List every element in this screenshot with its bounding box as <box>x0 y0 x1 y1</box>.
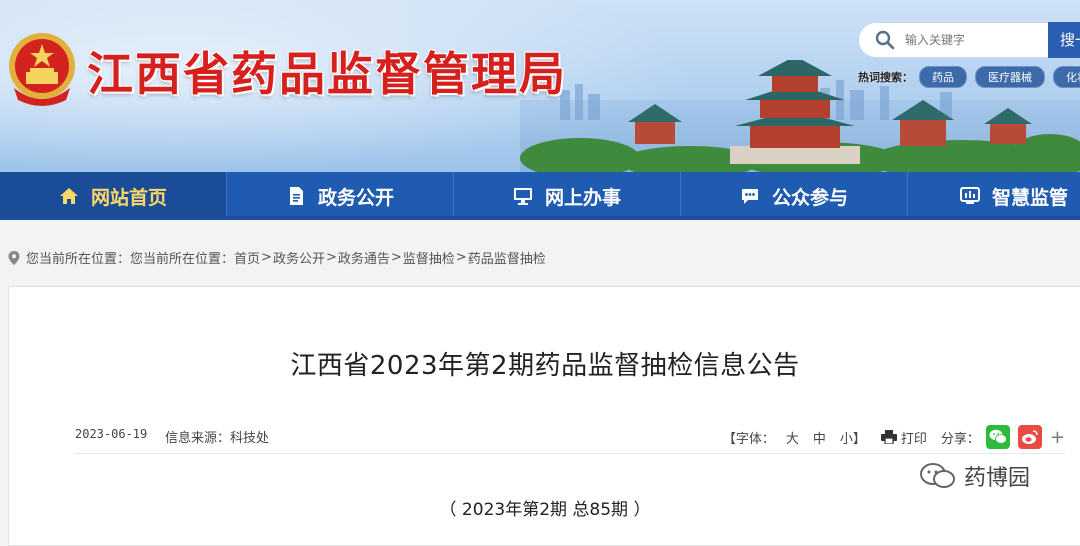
home-icon <box>59 188 78 204</box>
breadcrumb-link[interactable]: 监督抽检 <box>403 248 455 267</box>
issue-line: （ 2023年第2期 总85期 ） <box>439 500 651 520</box>
nav-item-gov-affairs[interactable]: 政务公开 <box>227 172 454 216</box>
meta-divider <box>75 453 1065 454</box>
nav-item-smart-supervision[interactable]: 智慧监管 <box>908 172 1080 216</box>
document-icon <box>289 187 303 205</box>
chat-icon <box>741 189 758 204</box>
search-box <box>858 22 1054 58</box>
wechat-official-logo-icon <box>920 463 955 488</box>
header-banner: 江西省药品监督管理局 搜一 热词搜索： 药品 医疗器械 化妆 <box>0 0 1080 172</box>
print-button[interactable]: 打印 <box>880 428 927 447</box>
hotword-tag[interactable]: 药品 <box>919 66 967 88</box>
font-size-medium[interactable]: 中 <box>813 428 826 447</box>
nav-item-label: 公众参与 <box>771 186 848 209</box>
article-panel: 江西省2023年第2期药品监督抽检信息公告 2023-06-19 信息来源：科技… <box>8 286 1080 546</box>
breadcrumb-link[interactable]: 药品监督抽检 <box>468 248 546 267</box>
breadcrumb-link[interactable]: 政务公开 <box>273 248 325 267</box>
weibo-icon <box>1021 430 1038 444</box>
breadcrumb: 您当前所在位置：您当前所在位置： 首页 > 政务公开 > 政务通告 > 监督抽检 > 药… <box>8 248 546 267</box>
monitor-icon <box>513 188 532 205</box>
watermark-text: 药博园 <box>964 466 1031 491</box>
main-nav: 网站首页 政务公开 网上办事 公众参与 智慧监管 <box>0 172 1080 220</box>
search-input[interactable] <box>905 33 1045 47</box>
share-label: 分享： <box>940 431 980 447</box>
hotword-tag[interactable]: 化妆 <box>1053 66 1080 88</box>
site-title: 江西省药品监督管理局 <box>87 47 567 101</box>
wechat-icon <box>989 429 1007 444</box>
article-title: 江西省2023年第2期药品监督抽检信息公告 <box>290 351 800 381</box>
hotwords-bar: 热词搜索： 药品 医疗器械 化妆 <box>858 66 1080 88</box>
breadcrumb-prefix: 您当前所在位置：您当前所在位置： <box>26 252 235 267</box>
hotwords-label: 热词搜索： <box>858 71 913 84</box>
nav-item-label: 智慧监管 <box>992 186 1069 209</box>
print-label: 打印 <box>900 431 927 447</box>
search-icon <box>875 30 895 50</box>
national-emblem-icon <box>9 33 75 106</box>
article-tools: 【字体： 大 中 小】 打印 分享： + <box>723 425 1065 449</box>
breadcrumb-link[interactable]: 首页 <box>234 248 260 267</box>
nav-item-label: 网上办事 <box>544 186 621 209</box>
search-button[interactable]: 搜一 <box>1048 22 1080 58</box>
hotword-tag[interactable]: 医疗器械 <box>975 66 1045 88</box>
share-wechat-button[interactable] <box>985 425 1010 449</box>
share-weibo-button[interactable] <box>1017 425 1042 449</box>
nav-item-public-participation[interactable]: 公众参与 <box>681 172 908 216</box>
printer-icon <box>880 430 897 444</box>
screen-icon <box>960 187 980 204</box>
article-date: 2023-06-19 <box>75 427 148 441</box>
article-meta: 2023-06-19 信息来源：科技处 【字体： 大 中 小】 打印 分享： + <box>75 425 1065 451</box>
location-pin-icon <box>8 250 20 265</box>
font-size-label: 【字体： <box>722 431 775 447</box>
font-size-small[interactable]: 小】 <box>840 428 866 447</box>
nav-item-label: 政务公开 <box>317 186 394 209</box>
nav-item-label: 网站首页 <box>90 186 167 209</box>
nav-item-online-services[interactable]: 网上办事 <box>454 172 681 216</box>
font-size-large[interactable]: 大 <box>786 428 799 447</box>
nav-item-home[interactable]: 网站首页 <box>0 172 227 216</box>
breadcrumb-link[interactable]: 政务通告 <box>338 248 390 267</box>
share-more-button[interactable]: + <box>1050 427 1065 448</box>
article-source: 信息来源：科技处 <box>165 431 270 446</box>
watermark: 药博园 <box>918 460 1030 492</box>
